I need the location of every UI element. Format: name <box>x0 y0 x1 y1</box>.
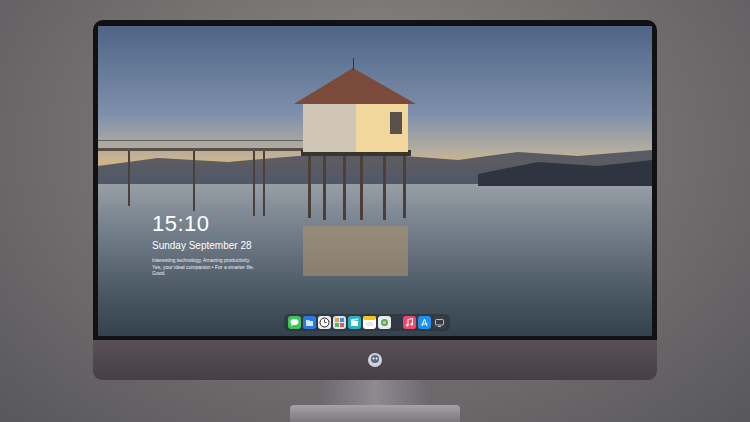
dock-item[interactable] <box>433 316 446 329</box>
dock-item[interactable] <box>318 316 331 329</box>
dock-item[interactable] <box>403 316 416 329</box>
monitor-base <box>290 405 460 422</box>
tv-icon[interactable] <box>433 316 446 329</box>
dock-item[interactable] <box>418 316 431 329</box>
dock-item[interactable] <box>363 316 376 329</box>
dock-item[interactable] <box>303 316 316 329</box>
files-icon[interactable] <box>303 316 316 329</box>
clock-time: 15:10 <box>152 211 258 237</box>
dock-item[interactable] <box>348 316 361 329</box>
video-icon[interactable] <box>348 316 361 329</box>
monitor-chin <box>93 340 657 380</box>
clock-date: Sunday September 28 <box>152 240 258 252</box>
dock <box>284 314 450 331</box>
monitor-stand <box>320 380 430 405</box>
dock-item[interactable] <box>378 316 391 329</box>
screen: 15:10 Sunday September 28 Interesting tech… <box>98 26 652 336</box>
dock-item[interactable] <box>288 316 301 329</box>
dock-item[interactable] <box>333 316 346 329</box>
store-icon[interactable] <box>418 316 431 329</box>
monitor: 15:10 Sunday September 28 Interesting tech… <box>93 20 657 422</box>
brand-logo-icon <box>367 352 383 368</box>
tagline: Interesting technology, Amazing producti… <box>152 257 258 277</box>
lock-screen-info: 15:10 Sunday September 28 Interesting tech… <box>152 211 258 277</box>
clock-icon[interactable] <box>318 316 331 329</box>
messages-icon[interactable] <box>288 316 301 329</box>
music-icon[interactable] <box>403 316 416 329</box>
notes-icon[interactable] <box>363 316 376 329</box>
screen-bezel: 15:10 Sunday September 28 Interesting tech… <box>93 20 657 340</box>
gallery-icon[interactable] <box>333 316 346 329</box>
photos-icon[interactable] <box>378 316 391 329</box>
wallpaper <box>98 26 652 336</box>
